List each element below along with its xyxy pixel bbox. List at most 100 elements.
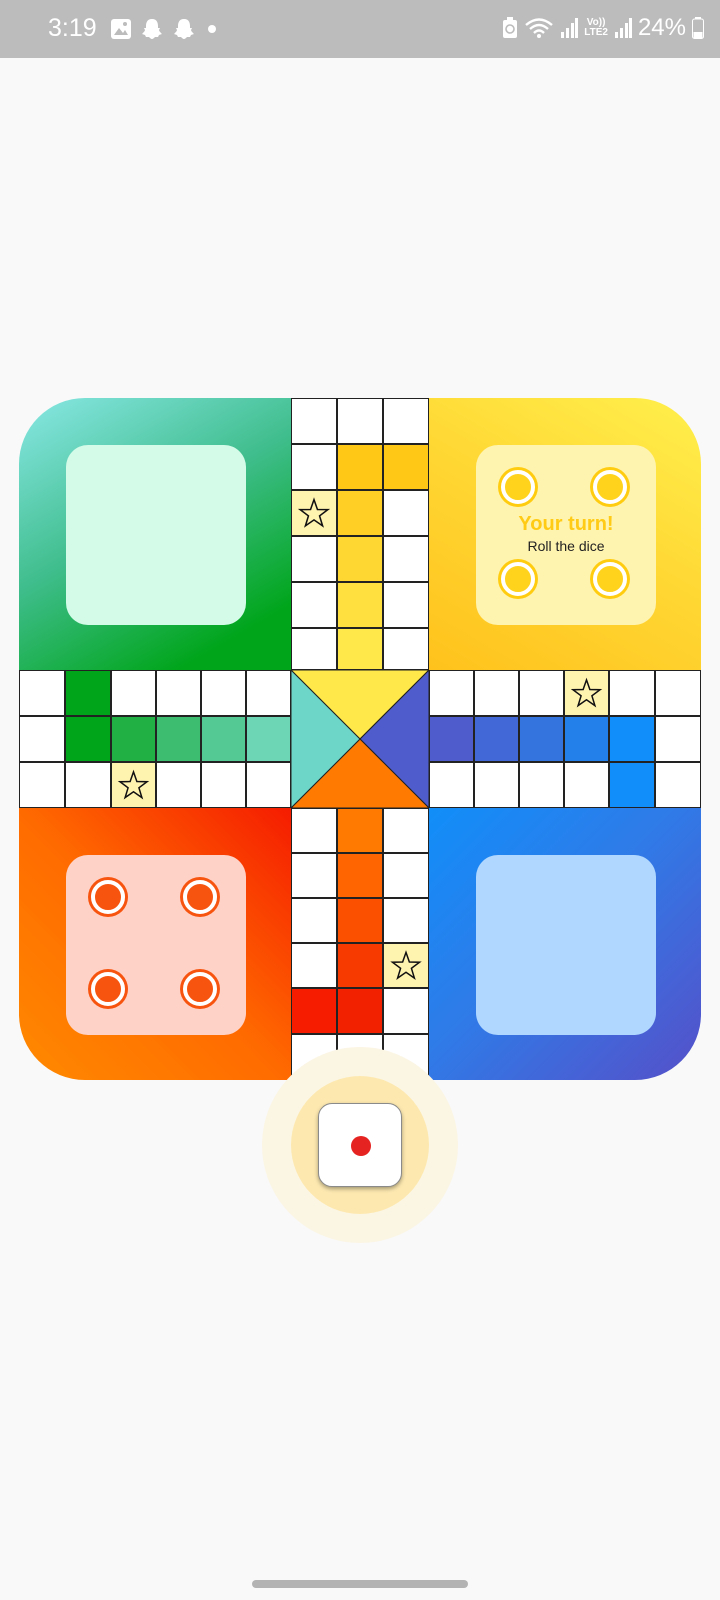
board-cell <box>519 762 564 808</box>
volte-icon: Vo)) LTE2 <box>584 17 608 38</box>
board-cell <box>383 988 429 1034</box>
star-outline-icon <box>570 677 603 708</box>
turn-title: Your turn! <box>518 513 614 535</box>
blue-home-yard <box>429 808 701 1080</box>
green-start-cell <box>65 670 111 716</box>
yellow-home-yard: Your turn! Roll the dice <box>429 398 701 670</box>
green-path-cell <box>201 716 246 762</box>
orange-path-cell <box>337 988 383 1034</box>
blue-start-cell <box>609 762 655 808</box>
board-cell <box>291 898 337 943</box>
status-time: 3:19 <box>48 14 97 42</box>
green-path-cell <box>111 716 156 762</box>
wifi-icon <box>525 18 554 38</box>
board-cell <box>201 762 246 808</box>
orange-path-cell <box>337 808 383 853</box>
notification-icons <box>110 17 220 41</box>
board-cell <box>156 762 201 808</box>
green-home-base <box>66 445 246 625</box>
board-cell <box>246 762 291 808</box>
board-cell <box>156 670 201 716</box>
orange-token[interactable] <box>91 972 125 1006</box>
green-path-cell <box>156 716 201 762</box>
orange-token[interactable] <box>183 972 217 1006</box>
yellow-token[interactable] <box>593 470 627 504</box>
board-cell <box>519 670 564 716</box>
board-cell <box>383 853 429 898</box>
orange-token[interactable] <box>183 880 217 914</box>
star-outline-icon <box>297 497 331 528</box>
yellow-home-base: Your turn! Roll the dice <box>476 445 656 625</box>
board-cell <box>291 853 337 898</box>
yellow-path-cell <box>337 582 383 628</box>
board-cell <box>291 536 337 582</box>
dot-icon <box>208 25 216 33</box>
board-cell <box>65 762 111 808</box>
dice-pip <box>351 1136 371 1156</box>
safe-cell <box>111 762 156 808</box>
safe-cell <box>291 490 337 536</box>
blue-path-cell <box>429 716 474 762</box>
board-cell <box>291 628 337 670</box>
board-cell <box>246 670 291 716</box>
yellow-path-cell <box>337 536 383 582</box>
star-outline-icon <box>390 950 422 980</box>
board-cell <box>337 398 383 444</box>
board-cell <box>111 670 156 716</box>
orange-path-cell <box>337 898 383 943</box>
board-cell <box>383 582 429 628</box>
blue-path-cell <box>519 716 564 762</box>
board-cell <box>291 398 337 444</box>
orange-home-base <box>66 855 246 1035</box>
board-cell <box>474 670 519 716</box>
board-cell <box>429 670 474 716</box>
blue-path-cell <box>564 716 609 762</box>
board-cell <box>291 808 337 853</box>
board-cell <box>291 943 337 988</box>
yellow-token[interactable] <box>593 562 627 596</box>
yellow-token[interactable] <box>501 470 535 504</box>
ludo-board: Your turn! Roll the dice <box>19 398 701 1080</box>
center-home <box>291 670 429 808</box>
safe-cell <box>564 670 609 716</box>
system-indicators: Vo)) LTE2 24% <box>502 14 704 42</box>
board-cell <box>383 898 429 943</box>
board-cell <box>383 398 429 444</box>
yellow-start-cell <box>383 444 429 490</box>
status-bar: 3:19 Vo)) LTE2 24% <box>0 0 720 58</box>
snapchat-icon <box>142 19 162 39</box>
dice-area <box>262 1047 458 1243</box>
board-cell <box>564 762 609 808</box>
yellow-token[interactable] <box>501 562 535 596</box>
board-cell <box>19 716 65 762</box>
board-cell <box>19 762 65 808</box>
green-path-cell <box>65 716 111 762</box>
board-cell <box>655 716 701 762</box>
star-outline-icon <box>117 769 150 800</box>
board-cell <box>474 762 519 808</box>
orange-token[interactable] <box>91 880 125 914</box>
gallery-icon <box>111 19 131 39</box>
blue-home-base <box>476 855 656 1035</box>
yellow-path-cell <box>337 490 383 536</box>
orange-home-yard <box>19 808 291 1080</box>
signal-icon <box>614 18 632 38</box>
green-path-cell <box>246 716 291 762</box>
yellow-path-cell <box>337 628 383 670</box>
blue-path-cell <box>474 716 519 762</box>
board-cell <box>655 762 701 808</box>
orange-path-cell <box>337 943 383 988</box>
roll-dice-button[interactable] <box>318 1103 402 1187</box>
board-cell <box>291 444 337 490</box>
board-cell <box>383 536 429 582</box>
green-home-yard <box>19 398 291 670</box>
board-cell <box>291 582 337 628</box>
battery-icon <box>692 17 704 39</box>
gesture-nav-bar[interactable] <box>252 1580 468 1588</box>
snapchat-icon <box>174 19 194 39</box>
board-cell <box>201 670 246 716</box>
board-cell <box>609 670 655 716</box>
safe-cell <box>383 943 429 988</box>
orange-path-cell <box>337 853 383 898</box>
board-cell <box>383 628 429 670</box>
